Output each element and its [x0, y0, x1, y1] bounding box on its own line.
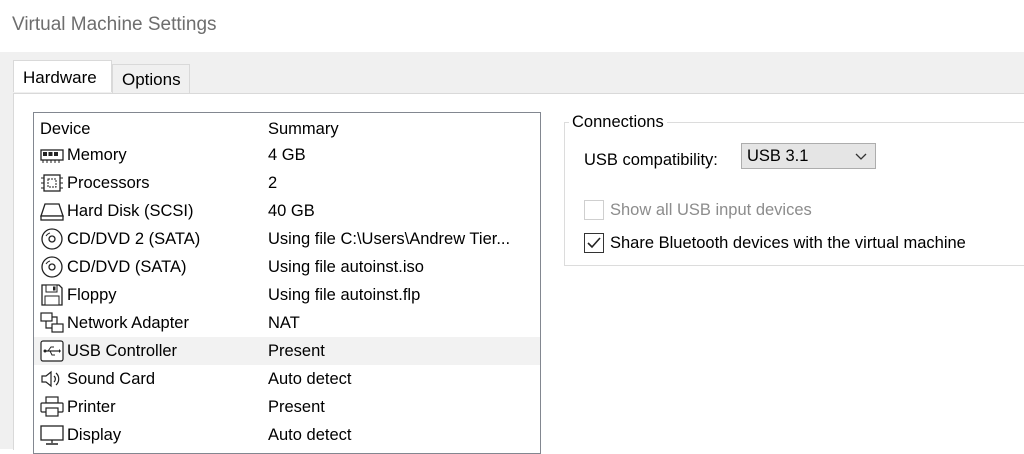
device-row-display[interactable]: Display Auto detect: [34, 421, 540, 449]
floppy-icon: [40, 284, 64, 306]
share-bluetooth-checkbox[interactable]: [584, 233, 604, 253]
device-name: CD/DVD (SATA): [67, 258, 187, 276]
cd-dvd-icon: [40, 228, 64, 250]
device-name: CD/DVD 2 (SATA): [67, 230, 201, 248]
device-list[interactable]: Device Summary Memory 4 GB Processors 2: [33, 112, 541, 454]
device-summary: 2: [268, 174, 278, 192]
device-summary: NAT: [268, 314, 300, 332]
device-name: Sound Card: [67, 370, 156, 388]
device-summary: Using file autoinst.iso: [268, 258, 424, 276]
device-summary: Auto detect: [268, 370, 352, 388]
device-row-floppy[interactable]: Floppy Using file autoinst.flp: [34, 281, 540, 309]
usb-compatibility-label: USB compatibility:: [584, 151, 718, 169]
column-header-summary[interactable]: Summary: [268, 120, 339, 139]
device-summary: 40 GB: [268, 202, 315, 220]
connections-legend: Connections: [569, 113, 667, 132]
processor-icon: [40, 172, 64, 194]
device-summary: Present: [268, 342, 325, 360]
printer-icon: [40, 396, 64, 418]
device-row-hard-disk[interactable]: Hard Disk (SCSI) 40 GB: [34, 197, 540, 225]
window-title: Virtual Machine Settings: [12, 14, 217, 35]
device-row-sound-card[interactable]: Sound Card Auto detect: [34, 365, 540, 393]
chevron-down-icon: [855, 150, 867, 162]
usb-compatibility-value: USB 3.1: [747, 147, 809, 165]
device-summary: Using file autoinst.flp: [268, 286, 421, 304]
cd-dvd-icon: [40, 256, 64, 278]
device-row-usb-controller[interactable]: USB Controller Present: [34, 337, 540, 365]
memory-icon: [40, 144, 64, 166]
usb-compatibility-select[interactable]: USB 3.1: [741, 143, 876, 169]
show-all-usb-label: Show all USB input devices: [610, 201, 812, 219]
device-row-printer[interactable]: Printer Present: [34, 393, 540, 421]
device-name: Printer: [67, 398, 116, 416]
device-name: Hard Disk (SCSI): [67, 202, 194, 220]
device-list-header: Device Summary: [34, 113, 540, 141]
device-summary: Using file C:\Users\Andrew Tier...: [268, 230, 511, 248]
device-name: USB Controller: [67, 342, 178, 360]
tab-options[interactable]: Options: [112, 64, 190, 94]
device-row-cd-dvd[interactable]: CD/DVD (SATA) Using file autoinst.iso: [34, 253, 540, 281]
title-bar: Virtual Machine Settings: [0, 0, 1024, 52]
device-name: Display: [67, 426, 122, 444]
connections-group: Connections USB compatibility: USB 3.1 S…: [564, 113, 1024, 266]
display-icon: [40, 424, 64, 446]
tab-hardware[interactable]: Hardware: [13, 60, 112, 92]
device-row-memory[interactable]: Memory 4 GB: [34, 141, 540, 169]
hard-disk-icon: [40, 200, 64, 222]
checkmark-icon: [587, 237, 601, 249]
device-name: Memory: [67, 146, 127, 164]
device-summary: Present: [268, 398, 325, 416]
network-adapter-icon: [40, 312, 64, 334]
device-name: Floppy: [67, 286, 117, 304]
show-all-usb-checkbox[interactable]: [584, 200, 604, 220]
usb-icon: [40, 340, 64, 362]
share-bluetooth-label: Share Bluetooth devices with the virtual…: [610, 234, 966, 252]
device-name: Processors: [67, 174, 150, 192]
device-summary: Auto detect: [268, 426, 352, 444]
hardware-panel: Device Summary Memory 4 GB Processors 2: [13, 93, 1024, 454]
device-row-network-adapter[interactable]: Network Adapter NAT: [34, 309, 540, 337]
column-header-device[interactable]: Device: [40, 120, 90, 139]
device-name: Network Adapter: [67, 314, 189, 332]
dialog-body: Hardware Options Device Summary Memory 4…: [0, 52, 1024, 454]
device-summary: 4 GB: [268, 146, 306, 164]
device-row-cd-dvd-2[interactable]: CD/DVD 2 (SATA) Using file C:\Users\Andr…: [34, 225, 540, 253]
speaker-icon: [40, 368, 64, 390]
device-row-processors[interactable]: Processors 2: [34, 169, 540, 197]
